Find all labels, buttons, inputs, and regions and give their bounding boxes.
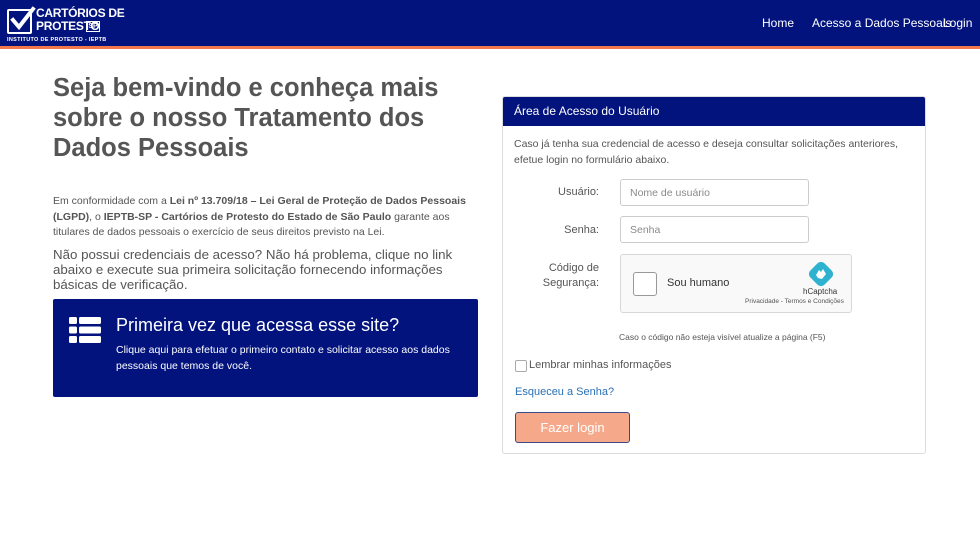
first-access-title: Primeira vez que acessa esse site?	[116, 315, 400, 335]
no-access-text: Não possui credenciais de acesso? Não há…	[53, 247, 453, 293]
login-panel-header: Área de Acesso do Usuário	[503, 97, 925, 126]
hcaptcha-widget: Sou humano hCaptcha Privacidade - Termos…	[620, 254, 852, 313]
intro-org: IEPTB-SP - Cartórios de Protesto do Esta…	[103, 210, 392, 223]
first-access-desc: Clique aqui para efetuar o primeiro cont…	[116, 344, 450, 372]
first-access-card[interactable]: Primeira vez que acessa esse site? Cliqu…	[53, 299, 478, 397]
hcaptcha-icon	[808, 261, 834, 287]
captcha-label-line-1: Código de	[548, 262, 599, 274]
intro-pre: Em conformidade com a	[53, 195, 170, 207]
username-label: Usuário:	[558, 186, 599, 198]
remember-checkbox[interactable]	[515, 360, 527, 372]
top-navbar: CARTÓRIOS DE PROTESTO SP INSTITUTO DE PR…	[0, 0, 980, 46]
login-panel-desc: Caso já tenha sua credencial de acesso e…	[514, 138, 899, 166]
header-accent-line	[0, 46, 980, 49]
captcha-note: Caso o código não esteja visível atualiz…	[619, 332, 826, 342]
forgot-password-link[interactable]: Esqueceu a Senha?	[515, 386, 614, 398]
intro-text: Em conformidade com a Lei nº 13.709/18 –…	[53, 194, 478, 241]
intro-mid: , o	[89, 210, 104, 223]
nav-acesso-dados[interactable]: Acesso a Dados Pessoais	[812, 0, 951, 46]
password-input[interactable]	[620, 216, 809, 243]
hcaptcha-brand: hCaptcha	[803, 287, 838, 296]
nav-home[interactable]: Home	[762, 0, 794, 46]
remember-label[interactable]: Lembrar minhas informações	[529, 359, 671, 371]
nav-login[interactable]: Login	[943, 0, 972, 46]
page-title: Seja bem-vindo e conheça mais sobre o no…	[53, 74, 439, 162]
captcha-label: Código de Segurança:	[489, 261, 599, 291]
hcaptcha-links[interactable]: Privacidade - Termos e Condições	[745, 298, 844, 305]
username-input[interactable]	[620, 179, 809, 206]
checkmark-icon	[7, 6, 36, 34]
logo-line-3: INSTITUTO DE PROTESTO - IEPTB	[7, 37, 107, 43]
captcha-checkbox[interactable]	[633, 272, 657, 296]
logo-badge: SP	[86, 21, 100, 32]
captcha-label-line-2: Segurança:	[542, 277, 599, 289]
logo[interactable]: CARTÓRIOS DE PROTESTO SP INSTITUTO DE PR…	[7, 6, 125, 45]
login-panel-title: Área de Acesso do Usuário	[514, 104, 660, 118]
password-label: Senha:	[564, 224, 599, 236]
captcha-checkbox-label: Sou humano	[667, 277, 730, 289]
login-button[interactable]: Fazer login	[515, 412, 630, 443]
list-icon	[69, 317, 101, 343]
login-panel: Área de Acesso do Usuário Caso já tenha …	[502, 96, 926, 454]
